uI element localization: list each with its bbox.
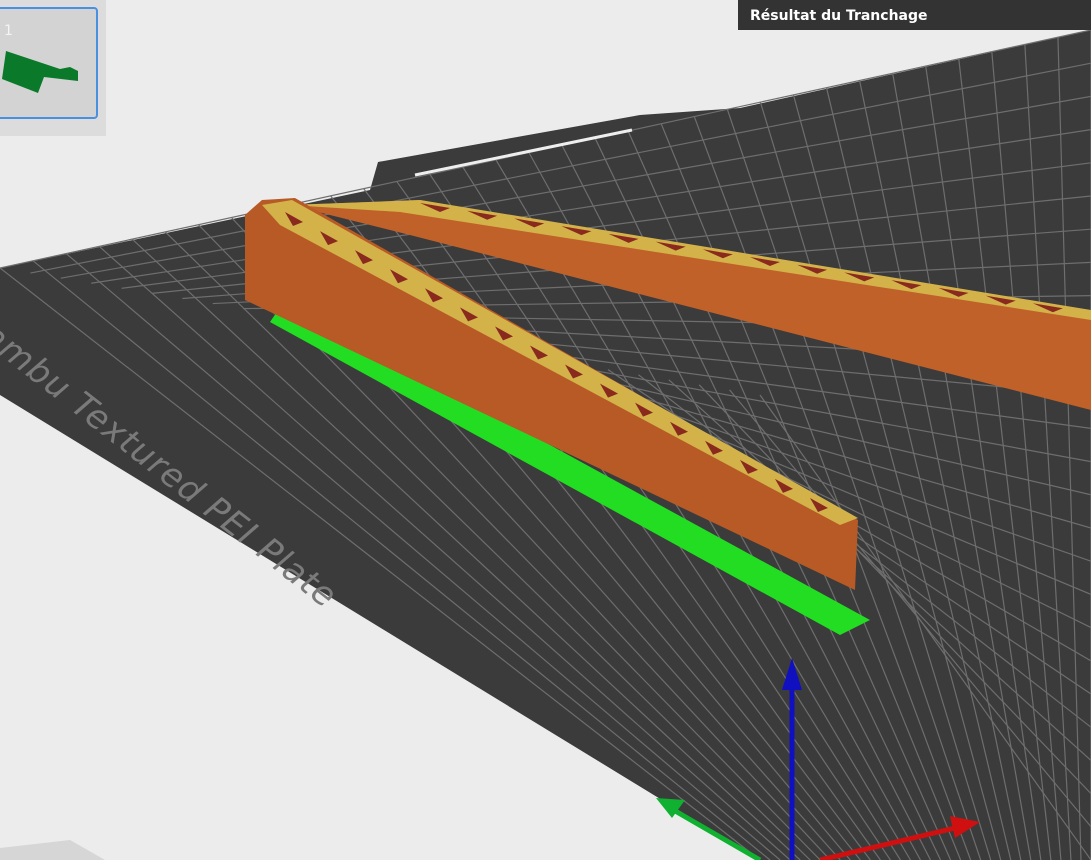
plate-thumbnail[interactable]: 1	[0, 7, 98, 119]
3d-viewport[interactable]	[0, 0, 1091, 860]
part-thumbnail-icon	[2, 51, 78, 93]
plate-thumbnail-panel: 1	[0, 0, 106, 136]
view-cube[interactable]	[0, 840, 105, 860]
slice-result-header[interactable]: Résultat du Tranchage	[738, 0, 1091, 30]
